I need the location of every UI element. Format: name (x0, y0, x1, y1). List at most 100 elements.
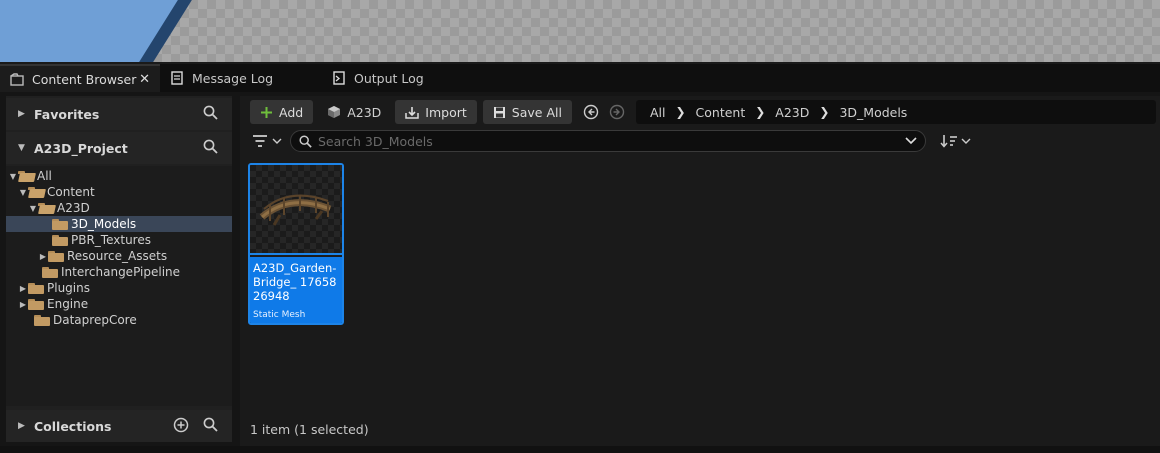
import-button[interactable]: Import (395, 100, 477, 124)
search-placeholder: Search 3D_Models (318, 133, 433, 149)
chevron-right-icon[interactable]: ▶ (38, 252, 48, 261)
tab-label: Output Log (354, 70, 424, 86)
tab-label: Content Browser (32, 71, 137, 87)
toolbar: Add A23D Import Save All All ❯ Content ❯… (240, 96, 1160, 128)
folder-icon (52, 218, 68, 230)
asset-name: A23D_Garden-Bridge_ 1765826948 (253, 261, 337, 303)
tab-content-browser[interactable]: Content Browser ✕ (0, 64, 160, 92)
cube-icon (327, 105, 341, 119)
folder-open-icon (18, 170, 34, 182)
tree-item-3d-models[interactable]: 3D_Models (6, 216, 232, 232)
add-button[interactable]: Add (250, 100, 314, 124)
tree-item-interchange-pipeline[interactable]: InterchangePipeline (6, 264, 232, 280)
breadcrumb-item[interactable]: Content (696, 105, 746, 120)
tab-label: Message Log (192, 70, 274, 86)
chevron-right-icon[interactable]: ❯ (675, 105, 685, 119)
folder-tree: ▼ All ▼ Content ▼ A23D 3D_Models PBR_Tex… (6, 166, 232, 406)
breadcrumb-item[interactable]: A23D (775, 105, 809, 120)
tree-item-label: All (37, 169, 52, 183)
search-icon[interactable] (203, 105, 218, 123)
project-header[interactable]: ▼ A23D_Project (6, 132, 232, 164)
tab-bar: Content Browser ✕ Message Log Output Log (0, 64, 1160, 92)
asset-grid: A23D_Garden-Bridge_ 1765826948 Static Me… (248, 163, 344, 325)
tree-item-pbr-textures[interactable]: PBR_Textures (6, 232, 232, 248)
tree-item-label: Resource_Assets (67, 249, 168, 263)
import-icon (405, 106, 420, 119)
tree-item-label: A23D (57, 201, 90, 215)
search-input[interactable]: Search 3D_Models (290, 130, 926, 152)
sources-panel: ▶ Favorites ▼ A23D_Project ▼ All ▼ Conte… (6, 96, 232, 442)
tree-item-all[interactable]: ▼ All (6, 168, 232, 184)
search-icon[interactable] (203, 139, 218, 157)
breadcrumb-item[interactable]: 3D_Models (839, 105, 907, 120)
filter-icon[interactable] (252, 134, 282, 148)
tab-message-log[interactable]: Message Log (160, 64, 322, 92)
chevron-down-icon[interactable] (905, 137, 917, 145)
tree-item-a23d[interactable]: ▼ A23D (6, 200, 232, 216)
chevron-right-icon[interactable]: ▶ (18, 300, 28, 309)
message-log-icon (170, 71, 184, 85)
chevron-down-icon[interactable]: ▼ (18, 188, 28, 197)
asset-thumbnail (250, 165, 342, 255)
filter-bar: Search 3D_Models (240, 129, 1160, 153)
project-label: A23D_Project (34, 140, 128, 156)
chevron-down-icon[interactable]: ▼ (8, 172, 18, 181)
tree-item-label: 3D_Models (71, 217, 137, 231)
search-icon[interactable] (203, 417, 218, 435)
tree-item-label: Engine (47, 297, 89, 311)
bridge-mesh-icon (259, 194, 332, 226)
collections-header[interactable]: ▶ Collections (6, 410, 232, 442)
tree-item-label: PBR_Textures (71, 233, 151, 247)
collections-label: Collections (34, 418, 112, 434)
search-icon (299, 134, 312, 148)
folder-icon (34, 314, 50, 326)
tree-item-label: DataprepCore (53, 313, 137, 327)
folder-open-icon (28, 186, 44, 198)
output-log-icon (332, 71, 346, 85)
add-circle-icon[interactable] (173, 417, 189, 436)
chevron-right-icon[interactable]: ❯ (755, 105, 765, 119)
save-icon (493, 106, 506, 119)
tab-output-log[interactable]: Output Log (322, 64, 482, 92)
a23d-button[interactable]: A23D (319, 100, 389, 124)
folder-icon (42, 266, 58, 278)
asset-tile[interactable]: A23D_Garden-Bridge_ 1765826948 Static Me… (248, 163, 344, 325)
content-browser-icon (10, 72, 24, 86)
import-label: Import (425, 104, 467, 120)
save-all-button[interactable]: Save All (482, 100, 572, 124)
add-label: Add (279, 104, 304, 120)
tree-item-content[interactable]: ▼ Content (6, 184, 232, 200)
back-icon[interactable] (578, 100, 604, 124)
tree-item-label: Plugins (47, 281, 90, 295)
chevron-right-icon[interactable]: ▶ (18, 284, 28, 293)
chevron-down-icon[interactable]: ▼ (28, 204, 38, 213)
favorites-header[interactable]: ▶ Favorites (6, 98, 232, 130)
tree-item-dataprep-core[interactable]: DataprepCore (6, 312, 232, 328)
tree-item-resource-assets[interactable]: ▶ Resource_Assets (6, 248, 232, 264)
content-panel: Add A23D Import Save All All ❯ Content ❯… (240, 96, 1160, 446)
folder-icon (48, 250, 64, 262)
breadcrumb-item[interactable]: All (650, 105, 666, 120)
chevron-right-icon[interactable]: ❯ (819, 105, 829, 119)
breadcrumb: All ❯ Content ❯ A23D ❯ 3D_Models (635, 100, 1156, 124)
bottom-border (0, 446, 1160, 453)
tree-item-plugins[interactable]: ▶ Plugins (6, 280, 232, 296)
chevron-right-icon[interactable]: ▶ (18, 109, 34, 119)
folder-icon (52, 234, 68, 246)
sort-icon[interactable] (940, 134, 972, 148)
folder-open-icon (38, 202, 54, 214)
plus-icon (260, 106, 273, 119)
close-icon[interactable]: ✕ (139, 72, 150, 87)
tree-item-label: Content (47, 185, 95, 199)
asset-info: A23D_Garden-Bridge_ 1765826948 Static Me… (250, 257, 342, 323)
save-all-label: Save All (511, 104, 562, 120)
a23d-label: A23D (347, 104, 382, 120)
status-text: 1 item (1 selected) (250, 422, 369, 437)
chevron-right-icon[interactable]: ▶ (18, 421, 34, 431)
asset-type: Static Mesh (253, 310, 306, 320)
chevron-down-icon[interactable]: ▼ (18, 143, 34, 153)
tree-item-engine[interactable]: ▶ Engine (6, 296, 232, 312)
favorites-label: Favorites (34, 106, 100, 122)
forward-icon[interactable] (604, 100, 630, 124)
viewport[interactable] (0, 0, 1160, 64)
